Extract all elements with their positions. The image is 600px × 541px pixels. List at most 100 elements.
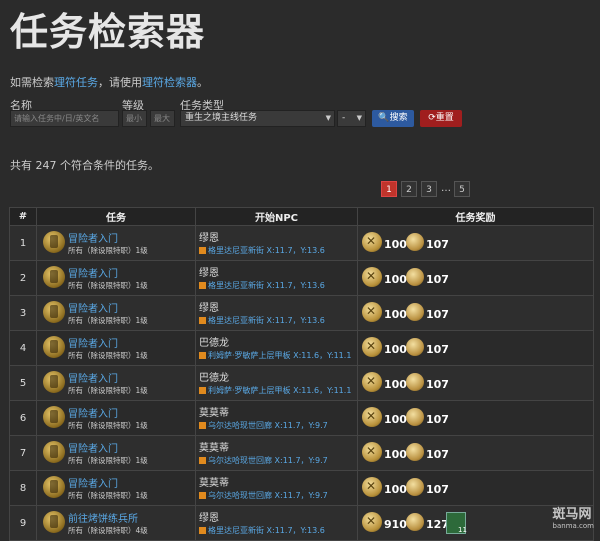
npc-cell: 莫莫蒂 乌尔达哈现世回廊 X:11.7，Y:9.7 bbox=[195, 435, 358, 471]
quest-requirement: 所有（除设限特职）1级 bbox=[68, 386, 148, 395]
search-button[interactable]: 🔍搜索 bbox=[372, 110, 414, 127]
quest-requirement: 所有（除设限特职）1级 bbox=[68, 456, 148, 465]
gil-value: 107 bbox=[426, 273, 449, 286]
map-pin-icon bbox=[199, 352, 206, 359]
col-npc: 开始NPC bbox=[195, 207, 358, 226]
npc-name: 莫莫蒂 bbox=[199, 478, 229, 489]
quest-name-link[interactable]: 冒险者入门 bbox=[68, 440, 118, 455]
col-num: # bbox=[9, 207, 37, 226]
npc-cell: 莫莫蒂 乌尔达哈现世回廊 X:11.7，Y:9.7 bbox=[195, 400, 358, 436]
exp-value: 100 bbox=[384, 343, 407, 356]
page-1[interactable]: 1 bbox=[381, 181, 397, 197]
npc-location-link[interactable]: 利姆萨·罗敏萨上层甲板 X:11.6，Y:11.1 bbox=[199, 350, 354, 361]
map-pin-icon bbox=[199, 457, 206, 464]
quest-icon bbox=[43, 406, 65, 428]
quest-name-link[interactable]: 冒险者入门 bbox=[68, 265, 118, 280]
quest-cell: 冒险者入门 所有（除设限特职）1级 bbox=[36, 260, 196, 296]
npc-location-text: 利姆萨·罗敏萨上层甲板 X:11.6，Y:11.1 bbox=[208, 351, 352, 360]
npc-location-link[interactable]: 格里达尼亚新街 X:11.7，Y:13.6 bbox=[199, 315, 354, 326]
npc-location-link[interactable]: 利姆萨·罗敏萨上层甲板 X:11.6，Y:11.1 bbox=[199, 385, 354, 396]
leve-finder-link[interactable]: 理符检索器 bbox=[142, 76, 197, 89]
table-row: 3 冒险者入门 所有（除设限特职）1级 缪恩 格里达尼亚新街 X:11.7，Y:13.6… bbox=[9, 295, 594, 331]
item-count: 11 bbox=[458, 526, 467, 534]
quest-requirement: 所有（除设限特职）1级 bbox=[68, 491, 148, 500]
intro-suffix: 。 bbox=[197, 76, 208, 89]
npc-cell: 莫莫蒂乌尔达哈现世回廊 X:11.7，Y:9.7 bbox=[195, 470, 358, 506]
row-number: 5 bbox=[9, 365, 37, 401]
page-2[interactable]: 2 bbox=[401, 181, 417, 197]
gil-icon bbox=[406, 478, 424, 496]
table-row: 1 冒险者入门 所有（除设限特职）1级 缪恩 格里达尼亚新街 X:11.7，Y:13.6… bbox=[9, 225, 594, 261]
gil-icon bbox=[406, 408, 424, 426]
map-pin-icon bbox=[199, 247, 206, 254]
quest-cell: 冒险者入门 所有（除设限特职）1级 bbox=[36, 470, 196, 506]
table-row: 9 前往烤饼练兵所 所有（除设限特职）4级 缪恩 格里达尼亚新街 X:11.7，Y:13… bbox=[9, 505, 594, 541]
level-min-input[interactable]: 最小 bbox=[122, 110, 147, 127]
quest-type-select[interactable]: 重生之境主线任务 ▼ bbox=[180, 110, 335, 127]
quest-cell: 冒险者入门 所有（除设限特职）1级 bbox=[36, 435, 196, 471]
row-number: 2 bbox=[9, 260, 37, 296]
exp-value: 100 bbox=[384, 273, 407, 286]
page-3[interactable]: 3 bbox=[421, 181, 437, 197]
quest-name-link[interactable]: 冒险者入门 bbox=[68, 230, 118, 245]
reset-button[interactable]: ⟳重置 bbox=[420, 110, 462, 127]
quest-icon bbox=[43, 476, 65, 498]
search-icon: 🔍 bbox=[378, 113, 390, 123]
quest-name-link[interactable]: 冒险者入门 bbox=[68, 335, 118, 350]
quest-name-link[interactable]: 冒险者入门 bbox=[68, 405, 118, 420]
quest-icon bbox=[43, 336, 65, 358]
gil-value: 107 bbox=[426, 413, 449, 426]
exp-value: 100 bbox=[384, 378, 407, 391]
map-pin-icon bbox=[199, 317, 206, 324]
page-title: 任务检索器 bbox=[10, 10, 206, 54]
npc-cell: 缪恩 格里达尼亚新街 X:11.7，Y:13.6 bbox=[195, 225, 358, 261]
leve-quest-link[interactable]: 理符任务 bbox=[54, 76, 98, 89]
quest-requirement: 所有（除设限特职）4级 bbox=[68, 526, 148, 535]
quest-name-link[interactable]: 冒险者入门 bbox=[68, 475, 118, 490]
quest-icon bbox=[43, 301, 65, 323]
quest-name-link[interactable]: 前往烤饼练兵所 bbox=[68, 510, 138, 525]
npc-location-link[interactable]: 乌尔达哈现世回廊 X:11.7，Y:9.7 bbox=[199, 455, 354, 466]
reward-cell: 100 107 bbox=[357, 330, 594, 366]
page-5[interactable]: 5 bbox=[454, 181, 470, 197]
quest-name-link[interactable]: 冒险者入门 bbox=[68, 300, 118, 315]
row-number: 7 bbox=[9, 435, 37, 471]
quest-cell: 冒险者入门 所有（除设限特职）1级 bbox=[36, 295, 196, 331]
quest-table: # 任务 开始NPC 任务奖励 1 冒险者入门 所有（除设限特职）1级 缪恩 格里达尼亚… bbox=[9, 207, 594, 541]
quest-icon bbox=[43, 266, 65, 288]
npc-name: 巴德龙 bbox=[199, 373, 229, 384]
npc-location-text: 乌尔达哈现世回廊 X:11.7，Y:9.7 bbox=[208, 491, 328, 500]
chevron-down-icon: ▼ bbox=[356, 114, 362, 122]
exp-value: 100 bbox=[384, 308, 407, 321]
npc-location-link[interactable]: 乌尔达哈现世回廊 X:11.7，Y:9.7 bbox=[199, 420, 354, 431]
name-input[interactable]: 请输入任务中/日/英文名 bbox=[10, 110, 119, 127]
table-row: 7 冒险者入门 所有（除设限特职）1级 莫莫蒂 乌尔达哈现世回廊 X:11.7，Y:9.… bbox=[9, 435, 594, 471]
table-row: 4 冒险者入门 所有（除设限特职）1级 巴德龙 利姆萨·罗敏萨上层甲板 X:11.6，Y… bbox=[9, 330, 594, 366]
quest-subtype-select[interactable]: - ▼ bbox=[337, 110, 366, 127]
map-pin-icon bbox=[199, 422, 206, 429]
quest-requirement: 所有（除设限特职）1级 bbox=[68, 316, 148, 325]
quest-cell: 冒险者入门 所有（除设限特职）1级 bbox=[36, 400, 196, 436]
npc-location-link[interactable]: 乌尔达哈现世回廊 X:11.7，Y:9.7 bbox=[199, 490, 354, 501]
exp-icon bbox=[362, 267, 382, 287]
npc-location-link[interactable]: 格里达尼亚新街 X:11.7，Y:13.6 bbox=[199, 280, 354, 291]
row-number: 4 bbox=[9, 330, 37, 366]
table-row: 8 冒险者入门 所有（除设限特职）1级 莫莫蒂 乌尔达哈现世回廊 X:11.7，Y:9.… bbox=[9, 470, 594, 506]
gil-icon bbox=[406, 233, 424, 251]
npc-location-link[interactable]: 格里达尼亚新街 X:11.7，Y:13.6 bbox=[199, 525, 354, 536]
gil-icon bbox=[406, 268, 424, 286]
gil-value: 107 bbox=[426, 378, 449, 391]
gil-icon bbox=[406, 443, 424, 461]
row-number: 8 bbox=[9, 470, 37, 506]
table-row: 5 冒险者入门 所有（除设限特职）1级 巴德龙利姆萨·罗敏萨上层甲板 X:11.6，Y… bbox=[9, 365, 594, 401]
npc-cell: 缪恩 格里达尼亚新街 X:11.7，Y:13.6 bbox=[195, 295, 358, 331]
col-reward: 任务奖励 bbox=[357, 207, 594, 226]
gil-value: 107 bbox=[426, 238, 449, 251]
level-max-input[interactable]: 最大 bbox=[150, 110, 175, 127]
row-number: 9 bbox=[9, 505, 37, 541]
map-pin-icon bbox=[199, 387, 206, 394]
npc-location-link[interactable]: 格里达尼亚新街 X:11.7，Y:13.6 bbox=[199, 245, 354, 256]
exp-icon bbox=[362, 337, 382, 357]
npc-location-text: 利姆萨·罗敏萨上层甲板 X:11.6，Y:11.1 bbox=[208, 386, 352, 395]
quest-name-link[interactable]: 冒险者入门 bbox=[68, 370, 118, 385]
